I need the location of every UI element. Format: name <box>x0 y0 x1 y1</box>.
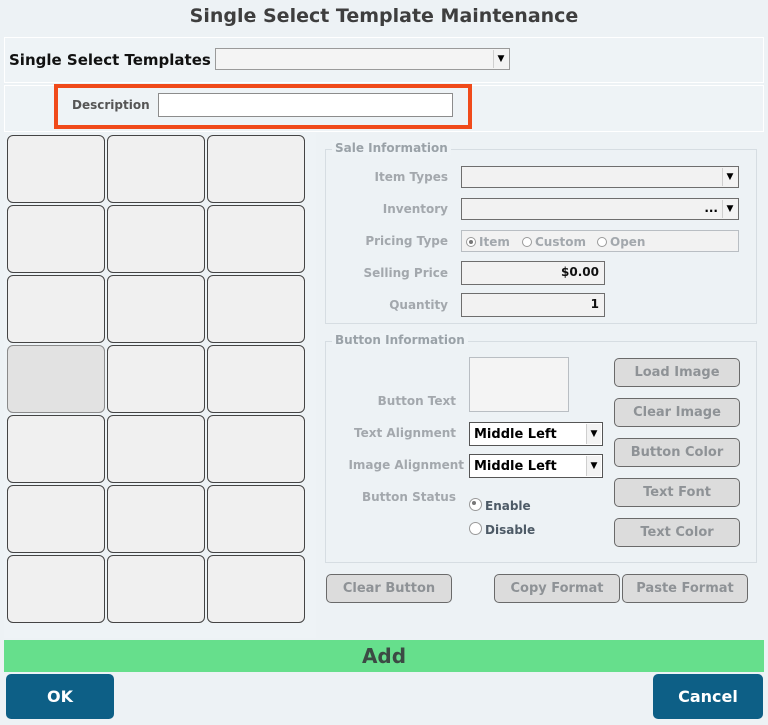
selling-price-field[interactable]: $0.00 <box>461 261 605 285</box>
button-color-button[interactable]: Button Color <box>614 438 740 467</box>
templates-dropdown[interactable]: ▼ <box>215 48 510 70</box>
grid-button[interactable] <box>207 205 305 273</box>
quantity-field[interactable]: 1 <box>461 293 605 317</box>
inventory-ellipsis[interactable]: ... <box>704 201 718 215</box>
button-text-label: Button Text <box>377 394 456 408</box>
item-types-label: Item Types <box>374 170 448 184</box>
chevron-down-icon[interactable]: ▼ <box>493 50 508 68</box>
pricing-radio-custom[interactable]: Custom <box>522 235 586 249</box>
grid-button[interactable] <box>107 555 205 623</box>
image-alignment-dropdown[interactable]: Middle Left ▼ <box>469 454 603 478</box>
image-alignment-label: Image Alignment <box>348 458 464 472</box>
text-color-button[interactable]: Text Color <box>614 518 740 547</box>
text-alignment-dropdown[interactable]: Middle Left ▼ <box>469 422 603 446</box>
grid-button[interactable] <box>207 555 305 623</box>
load-image-button[interactable]: Load Image <box>614 358 740 387</box>
description-label: Description <box>72 98 150 112</box>
button-information-legend: Button Information <box>332 333 468 347</box>
radio-icon <box>522 237 532 247</box>
image-alignment-value: Middle Left <box>474 459 557 474</box>
pricing-radio-item[interactable]: Item <box>466 235 510 249</box>
grid-button[interactable] <box>7 205 105 273</box>
grid-button[interactable] <box>7 555 105 623</box>
grid-button[interactable] <box>107 275 205 343</box>
chevron-down-icon[interactable]: ▼ <box>586 424 601 444</box>
ok-button[interactable]: OK <box>6 674 114 719</box>
grid-button[interactable] <box>207 275 305 343</box>
sale-information-legend: Sale Information <box>332 141 451 155</box>
radio-selected-icon <box>469 498 482 511</box>
grid-button[interactable] <box>207 485 305 553</box>
grid-button[interactable] <box>207 415 305 483</box>
radio-selected-icon <box>466 237 476 247</box>
inventory-dropdown[interactable]: ... ▼ <box>461 198 739 220</box>
grid-button[interactable] <box>107 135 205 203</box>
grid-button[interactable] <box>207 345 305 413</box>
grid-button[interactable] <box>7 275 105 343</box>
copy-format-button[interactable]: Copy Format <box>494 574 620 603</box>
description-input[interactable] <box>158 93 453 117</box>
pricing-radio-open[interactable]: Open <box>597 235 645 249</box>
chevron-down-icon[interactable]: ▼ <box>722 200 737 218</box>
radio-icon <box>469 522 482 535</box>
text-alignment-label: Text Alignment <box>354 426 456 440</box>
button-text-box[interactable] <box>469 357 569 412</box>
text-alignment-value: Middle Left <box>474 427 557 442</box>
inventory-label: Inventory <box>382 202 448 216</box>
grid-button[interactable] <box>107 205 205 273</box>
pricing-type-label: Pricing Type <box>365 234 448 248</box>
templates-label: Single Select Templates <box>9 51 211 69</box>
chevron-down-icon[interactable]: ▼ <box>722 168 737 186</box>
clear-button[interactable]: Clear Button <box>326 574 452 603</box>
text-font-button[interactable]: Text Font <box>614 478 740 507</box>
clear-image-button[interactable]: Clear Image <box>614 398 740 427</box>
grid-button[interactable] <box>107 415 205 483</box>
radio-icon <box>597 237 607 247</box>
grid-button[interactable] <box>107 345 205 413</box>
grid-button[interactable] <box>7 345 105 413</box>
chevron-down-icon[interactable]: ▼ <box>586 456 601 476</box>
grid-button[interactable] <box>107 485 205 553</box>
quantity-label: Quantity <box>389 298 448 312</box>
button-grid <box>4 133 316 638</box>
grid-button[interactable] <box>7 415 105 483</box>
quantity-value: 1 <box>590 297 599 311</box>
grid-button[interactable] <box>7 485 105 553</box>
status-radio-enable[interactable]: Enable <box>469 498 531 513</box>
item-types-dropdown[interactable]: ▼ <box>461 166 739 188</box>
button-status-label: Button Status <box>361 490 456 504</box>
status-radio-disable[interactable]: Disable <box>469 522 535 537</box>
add-button[interactable]: Add <box>4 640 764 672</box>
window-title: Single Select Template Maintenance <box>189 5 579 27</box>
cancel-button[interactable]: Cancel <box>653 674 763 719</box>
grid-button[interactable] <box>7 135 105 203</box>
templates-row: Single Select Templates ▼ <box>4 37 764 83</box>
selling-price-value: $0.00 <box>561 265 599 279</box>
grid-button[interactable] <box>207 135 305 203</box>
selling-price-label: Selling Price <box>363 266 448 280</box>
paste-format-button[interactable]: Paste Format <box>622 574 748 603</box>
